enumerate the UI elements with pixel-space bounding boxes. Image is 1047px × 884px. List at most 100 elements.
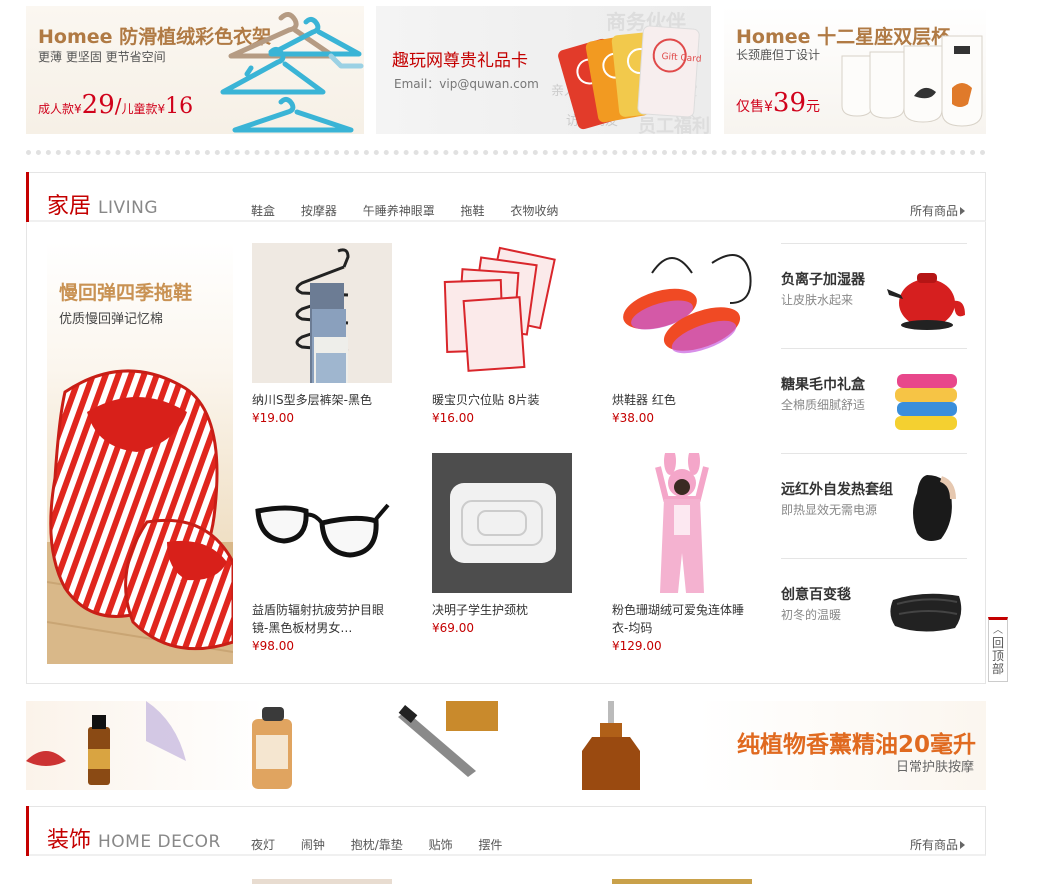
trouser-hanger-image	[252, 243, 392, 383]
all-products-label: 所有商品	[909, 204, 958, 218]
product-card[interactable]: 烘鞋器 红色 ¥38.00	[612, 243, 754, 425]
section-accent-bar	[26, 806, 29, 856]
product-price: ¥38.00	[612, 411, 654, 425]
decor-title: 装饰	[47, 828, 92, 853]
product-image[interactable]	[252, 243, 392, 383]
side-product[interactable]: 糖果毛巾礼盒 全棉质细腻舒适	[781, 348, 967, 453]
gift-cards-image: Gift Card	[558, 25, 702, 130]
living-title: 家居	[47, 194, 92, 219]
product-image[interactable]	[612, 243, 752, 383]
product-price: ¥129.00	[612, 639, 662, 653]
pillow-image	[432, 453, 572, 593]
living-section-body: 慢回弹四季拖鞋 优质慢回弹记忆棉 纳川S型多层裤架-黑色 ¥19.00 暖宝贝穴…	[26, 222, 986, 684]
category-link[interactable]: 午睡养神眼罩	[363, 204, 435, 218]
gift-card-email: Email：vip@quwan.com	[394, 77, 539, 91]
hanger-banner[interactable]: Homee 防滑植绒彩色衣架 更薄 更坚固 更节省空间 成人款¥29/儿童款¥1…	[26, 6, 364, 134]
shoe-dryer-image	[612, 243, 752, 383]
product-card[interactable]: 粉色珊瑚绒可爱兔连体睡衣-均码 ¥129.00	[612, 453, 754, 653]
yen-sign: ¥	[764, 99, 773, 115]
arrow-right-icon	[960, 207, 965, 215]
cup-banner-subtitle: 长颈鹿但丁设计	[736, 48, 821, 62]
product-card[interactable]: 纳川S型多层裤架-黑色 ¥19.00	[252, 243, 394, 425]
product-price: ¥98.00	[252, 639, 294, 653]
cup-banner[interactable]: Homee 十二星座双层杯 长颈鹿但丁设计 仅售¥39元	[724, 6, 986, 134]
essential-oil-banner[interactable]: 纯植物香薰精油20毫升 日常护肤按摩	[26, 701, 986, 790]
side-product-title[interactable]: 负离子加湿器	[781, 269, 865, 289]
product-name[interactable]: 益盾防辐射抗疲劳护目眼镜-黑色板材男女…	[252, 601, 394, 637]
side-product-subtitle: 初冬的温暖	[781, 608, 842, 622]
product-price: ¥69.00	[432, 621, 474, 635]
adult-price-label: 成人款	[38, 102, 75, 116]
side-product-title[interactable]: 创意百变毯	[781, 584, 851, 604]
bunny-pajama-image	[612, 453, 752, 593]
product-image[interactable]	[432, 243, 572, 383]
adult-price: 29	[81, 90, 115, 120]
towels-image	[895, 374, 957, 430]
category-link[interactable]: 摆件	[478, 838, 502, 852]
product-price: ¥19.00	[252, 411, 294, 425]
feature-title: 慢回弹四季拖鞋	[59, 282, 193, 304]
product-image[interactable]	[252, 453, 392, 593]
side-product-title[interactable]: 糖果毛巾礼盒	[781, 374, 865, 394]
category-link[interactable]: 闹钟	[301, 838, 325, 852]
product-image[interactable]	[432, 453, 572, 593]
hangers-image	[220, 12, 364, 133]
glasses-image	[252, 453, 392, 593]
category-link[interactable]: 夜灯	[251, 838, 275, 852]
back-to-top-char: 部	[991, 662, 1004, 676]
gift-card-title: 趣玩网尊贵礼品卡	[392, 51, 528, 71]
decor-category-links: 夜灯 闹钟 抱枕/靠垫 贴饰 摆件	[251, 836, 524, 853]
product-card[interactable]: 暖宝贝穴位贴 8片装 ¥16.00	[432, 243, 574, 425]
product-name[interactable]: 纳川S型多层裤架-黑色	[252, 391, 394, 409]
slipper-feature-banner[interactable]: 慢回弹四季拖鞋 优质慢回弹记忆棉	[47, 242, 233, 664]
top-banner-row: Homee 防滑植绒彩色衣架 更薄 更坚固 更节省空间 成人款¥29/儿童款¥1…	[26, 6, 986, 134]
product-name[interactable]: 暖宝贝穴位贴 8片装	[432, 391, 574, 409]
category-link[interactable]: 抱枕/靠垫	[351, 838, 403, 852]
side-product[interactable]: 创意百变毯 初冬的温暖	[781, 558, 967, 663]
essential-oil-image	[26, 701, 640, 790]
side-product[interactable]: 远红外自发热套组 即热显效无需电源	[781, 453, 967, 558]
side-product-subtitle: 即热显效无需电源	[781, 503, 878, 517]
product-name[interactable]: 粉色珊瑚绒可爱兔连体睡衣-均码	[612, 601, 754, 637]
cup-banner-price: 仅售¥39元	[736, 88, 820, 118]
decor-title-en: HOME DECOR	[98, 832, 221, 852]
category-link[interactable]: 按摩器	[301, 204, 337, 218]
category-link[interactable]: 鞋盒	[251, 204, 275, 218]
knee-pad-image	[913, 475, 956, 541]
living-section-header: 家居 LIVING 鞋盒 按摩器 午睡养神眼罩 拖鞋 衣物收纳 所有商品	[26, 172, 986, 222]
dotted-divider	[26, 150, 986, 155]
decor-product-image[interactable]	[252, 879, 392, 884]
oil-banner-title: 纯植物香薰精油20毫升	[736, 732, 976, 758]
product-card[interactable]: 决明子学生护颈枕 ¥69.00	[432, 453, 574, 635]
feature-subtitle: 优质慢回弹记忆棉	[59, 312, 164, 327]
product-image[interactable]	[612, 453, 752, 593]
product-name[interactable]: 决明子学生护颈枕	[432, 601, 574, 619]
product-name[interactable]: 烘鞋器 红色	[612, 391, 754, 409]
category-link[interactable]: 拖鞋	[461, 204, 485, 218]
arrow-right-icon	[960, 841, 965, 849]
all-products-link[interactable]: 所有商品	[910, 202, 965, 219]
all-products-label: 所有商品	[909, 838, 958, 852]
decor-product-image[interactable]	[612, 879, 752, 884]
hanger-banner-subtitle: 更薄 更坚固 更节省空间	[38, 50, 166, 64]
product-price: ¥16.00	[432, 411, 474, 425]
cups-image	[841, 35, 983, 127]
side-product-subtitle: 让皮肤水起来	[781, 293, 854, 307]
product-card[interactable]: 益盾防辐射抗疲劳护目眼镜-黑色板材男女… ¥98.00	[252, 453, 394, 653]
living-category-links: 鞋盒 按摩器 午睡养神眼罩 拖鞋 衣物收纳	[251, 202, 580, 219]
cup-price: 39	[772, 88, 807, 118]
gift-card-banner[interactable]: 商务伙伴 亲人 访亲问友 员工福利 爱人 趣玩网尊贵礼品卡 Email：vip@…	[376, 6, 711, 134]
back-to-top-button[interactable]: ︿ 回 顶 部	[988, 617, 1008, 682]
blanket-image	[890, 593, 962, 632]
side-product[interactable]: 负离子加湿器 让皮肤水起来	[781, 243, 967, 348]
side-product-title[interactable]: 远红外自发热套组	[781, 479, 893, 499]
price-unit: 元	[806, 99, 821, 115]
warm-patch-image	[432, 243, 572, 383]
living-title-en: LIVING	[98, 198, 159, 218]
slipper-image	[47, 369, 233, 664]
all-products-link[interactable]: 所有商品	[910, 836, 965, 853]
side-product-subtitle: 全棉质细腻舒适	[781, 398, 866, 412]
yen-sign: ¥	[74, 102, 82, 116]
category-link[interactable]: 衣物收纳	[510, 204, 558, 218]
category-link[interactable]: 贴饰	[429, 838, 453, 852]
